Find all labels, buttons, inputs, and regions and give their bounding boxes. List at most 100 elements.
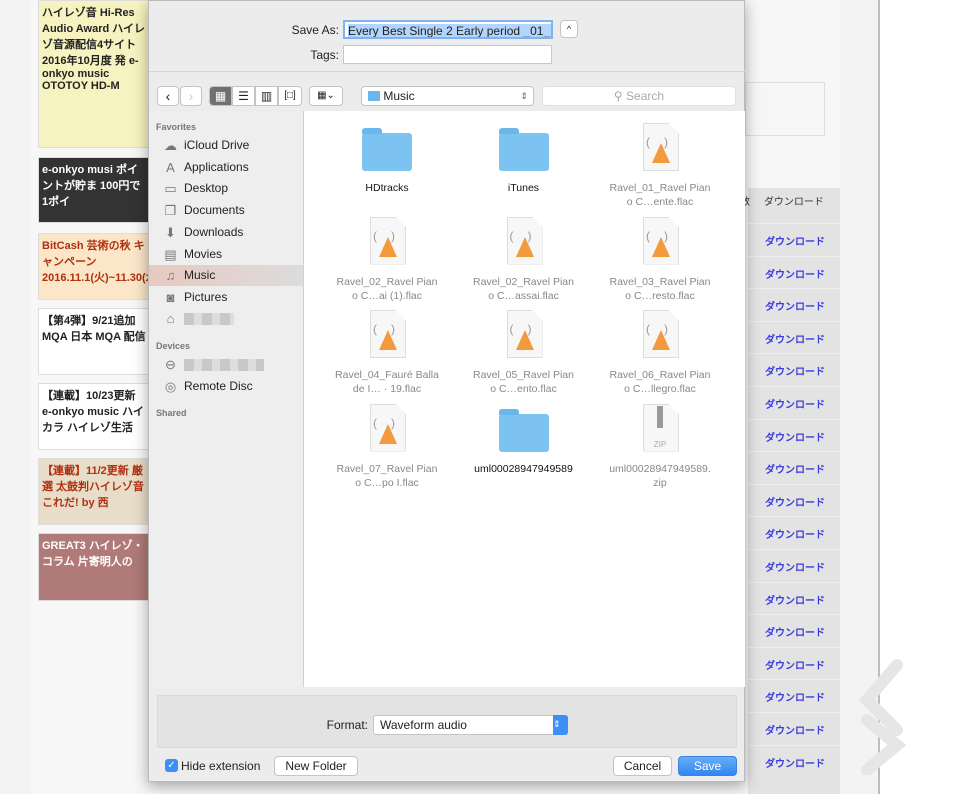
sidebar-item-downloads[interactable]: ⬇ Downloads xyxy=(149,222,303,243)
columns-icon: ▥ xyxy=(260,89,273,103)
chevron-right-icon: › xyxy=(188,88,194,104)
download-link[interactable]: ダウンロード xyxy=(765,331,825,346)
list-view-button[interactable]: ☰ xyxy=(232,86,255,106)
sidebar-item-icloud-drive[interactable]: ☁ iCloud Drive xyxy=(149,135,303,156)
sidebar: Favorites ☁ iCloud Drive A Applications ▭ Des… xyxy=(149,111,304,687)
pictures-icon: ◙ xyxy=(166,289,175,305)
save-as-value: Every Best Single 2 Early period _01_Fe xyxy=(348,24,551,37)
download-link[interactable]: ダウンロード xyxy=(765,689,825,704)
icon-view-button[interactable]: ▦ xyxy=(209,86,232,106)
folder-item[interactable]: HDtracks xyxy=(322,123,452,195)
download-link[interactable]: ダウンロード xyxy=(765,363,825,378)
hide-extension-label: Hide extension xyxy=(181,759,261,773)
search-icon: ⚲ xyxy=(613,89,623,103)
file-item[interactable]: () Ravel_07_Ravel Piano C…po I.flac xyxy=(322,403,452,490)
download-link[interactable]: ダウンロード xyxy=(765,396,825,411)
sidebar-item-desktop[interactable]: ▭ Desktop xyxy=(149,178,303,199)
download-link[interactable]: ダウンロード xyxy=(765,722,825,737)
column-view-button[interactable]: ▥ xyxy=(255,86,278,106)
format-label: Format: xyxy=(326,718,368,732)
coverflow-view-button[interactable]: [□] xyxy=(278,86,302,106)
download-link[interactable]: ダウンロード xyxy=(765,266,825,281)
updown-icon: ⇕ xyxy=(553,715,568,735)
file-item[interactable]: () Ravel_06_Ravel Piano C…llegro.flac xyxy=(595,310,725,396)
zip-file-icon: ZIP xyxy=(635,403,685,456)
sidebar-item-pictures[interactable]: ◙ Pictures xyxy=(149,287,303,308)
ad-text: e-onkyo musi ポイントが貯ま 100円で1ポイ xyxy=(42,164,141,208)
format-select[interactable]: Waveform audio ⇕ xyxy=(373,715,568,735)
row-divider xyxy=(748,581,840,583)
folder-icon xyxy=(498,123,549,175)
redacted-device xyxy=(184,358,264,371)
download-link[interactable]: ダウンロード xyxy=(765,624,825,639)
sidebar-item-label: Desktop xyxy=(184,181,229,196)
sidebar-item-music[interactable]: ♫ Music xyxy=(149,265,303,287)
updown-icon: ⇕ xyxy=(520,91,528,101)
sidebar-item-applications[interactable]: A Applications xyxy=(149,157,303,178)
save-as-input[interactable]: Every Best Single 2 Early period _01_Fe xyxy=(343,20,553,39)
download-link[interactable]: ダウンロード xyxy=(765,559,825,574)
location-popup[interactable]: Music ⇕ xyxy=(361,86,534,106)
sidebar-item-movies[interactable]: ▤ Movies xyxy=(149,244,303,265)
file-item[interactable]: ZIP uml00028947949589.zip xyxy=(595,403,725,490)
sidebar-item-label: Pictures xyxy=(184,289,228,304)
download-link[interactable]: ダウンロード xyxy=(765,494,825,509)
new-folder-button[interactable]: New Folder xyxy=(274,756,358,776)
forward-button[interactable]: › xyxy=(180,86,202,106)
row-divider xyxy=(748,386,840,387)
vlc-flac-file-icon: () xyxy=(635,123,685,175)
file-item[interactable]: () Ravel_02_Ravel Piano C…ai (1).flac xyxy=(322,216,452,303)
cloud-icon: ☁ xyxy=(164,138,177,153)
vlc-flac-file-icon: () xyxy=(635,310,685,362)
sidebar-item-device[interactable]: ⊖ xyxy=(149,354,303,375)
download-link[interactable]: ダウンロード xyxy=(765,526,825,541)
download-link[interactable]: ダウンロード xyxy=(765,298,825,313)
search-input[interactable]: ⚲ Search xyxy=(542,86,736,106)
file-item[interactable]: () Ravel_05_Ravel Piano C…ento.flac xyxy=(459,310,589,396)
ad-banner[interactable]: ハイレゾ音 Hi-Res Audio Award ハイレゾ音源配信4サイト 20… xyxy=(38,0,150,148)
ad-banner[interactable]: 【第4弾】9/21追加 MQA 日本 MQA 配信 xyxy=(38,308,150,375)
chevron-left-icon: ‹ xyxy=(165,88,171,104)
drive-icon: ⊖ xyxy=(165,357,176,372)
sidebar-item-label: Movies xyxy=(184,246,223,261)
file-item[interactable]: () Ravel_03_Ravel Piano C…resto.flac xyxy=(595,216,725,303)
ad-text: 【連載】11/2更新 厳選 太鼓判ハイレゾ音 これだ! by 西 xyxy=(42,465,144,509)
hide-extension-checkbox[interactable]: ✓ xyxy=(165,759,178,772)
ad-banner[interactable]: e-onkyo musi ポイントが貯ま 100円で1ポイ xyxy=(38,157,150,223)
chevron-watermark-icon xyxy=(858,659,907,775)
tags-input[interactable] xyxy=(343,45,552,64)
ad-banner[interactable]: BitCash 芸術の秋 キャンペーン 2016.11.1(火)~11.30(水… xyxy=(38,233,150,300)
row-divider xyxy=(748,679,840,681)
folder-item[interactable]: iTunes xyxy=(459,123,589,195)
download-link[interactable]: ダウンロード xyxy=(765,657,825,672)
ad-banner[interactable]: 【連載】11/2更新 厳選 太鼓判ハイレゾ音 これだ! by 西 xyxy=(38,458,150,525)
file-name: Ravel_01_Ravel Piano C…ente.flac xyxy=(609,182,711,208)
row-divider xyxy=(748,646,840,648)
save-dialog: Save As: Every Best Single 2 Early perio… xyxy=(148,0,746,782)
redacted-name xyxy=(184,312,234,325)
file-item[interactable]: () Ravel_04_Fauré Ballade I… · 19.flac xyxy=(322,310,452,396)
checkmark-icon: ✓ xyxy=(167,760,176,771)
row-divider xyxy=(748,712,840,713)
sidebar-item-documents[interactable]: ❐ Documents xyxy=(149,200,303,221)
download-link[interactable]: ダウンロード xyxy=(765,755,825,770)
save-button[interactable]: Save xyxy=(678,756,737,776)
music-folder-icon xyxy=(368,91,380,101)
download-link[interactable]: ダウンロード xyxy=(765,461,825,476)
download-link[interactable]: ダウンロード xyxy=(765,233,825,248)
ad-banner[interactable]: 【連載】10/23更新 e-onkyo music ハイカラ ハイレゾ生活 xyxy=(38,383,150,450)
download-link[interactable]: ダウンロード xyxy=(765,592,825,607)
ad-banner[interactable]: GREAT3 ハイレゾ・コラム 片寄明人の xyxy=(38,533,150,601)
file-item[interactable]: () Ravel_01_Ravel Piano C…ente.flac xyxy=(595,123,725,209)
remote-disc-label: Remote Disc xyxy=(184,379,253,393)
cancel-button[interactable]: Cancel xyxy=(613,756,672,776)
arrange-button[interactable]: ▦⌄ xyxy=(309,86,343,106)
sidebar-item-home[interactable]: ⌂ xyxy=(149,308,303,329)
sidebar-item-remote-disc[interactable]: ◎ Remote Disc xyxy=(149,376,303,397)
back-button[interactable]: ‹ xyxy=(157,86,179,106)
file-item[interactable]: () Ravel_02_Ravel Piano C…assai.flac xyxy=(459,216,589,303)
folder-item[interactable]: uml00028947949589 xyxy=(459,404,589,476)
collapse-button[interactable]: ^ xyxy=(560,20,578,38)
download-link[interactable]: ダウンロード xyxy=(765,429,825,444)
sidebar-item-label: Documents xyxy=(184,203,245,218)
